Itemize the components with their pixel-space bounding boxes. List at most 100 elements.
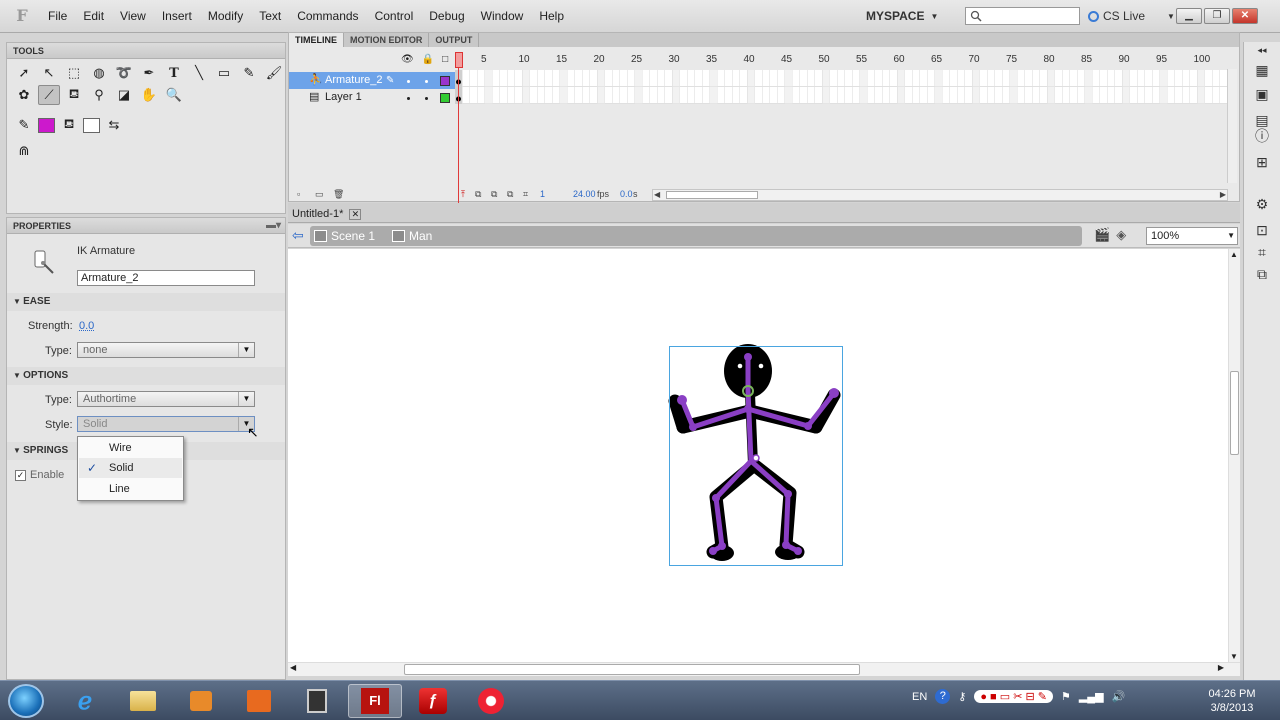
new-folder-icon[interactable]: ▭ — [315, 189, 324, 200]
expand-panels-icon[interactable]: ◂◂ — [1252, 44, 1272, 56]
lock-icon[interactable]: 🔒 — [422, 54, 434, 65]
menu-edit[interactable]: Edit — [75, 0, 112, 33]
deco-tool-icon[interactable]: ✿ — [13, 85, 35, 105]
menu-file[interactable]: File — [40, 0, 75, 33]
ease-type-select[interactable]: none ▼ — [77, 342, 255, 358]
pen-tool-icon[interactable]: ✒ — [138, 63, 160, 83]
ease-section-header[interactable]: ▼ EASE — [7, 293, 285, 311]
code-snippets-icon[interactable]: ⌗ — [1252, 242, 1272, 262]
components-icon[interactable]: ⚙ — [1252, 194, 1272, 214]
instance-name-field[interactable]: Armature_2 — [77, 270, 255, 286]
style-option-solid[interactable]: ✓ Solid — [79, 458, 182, 478]
stage-horizontal-scrollbar[interactable]: ◀ ▶ — [288, 662, 1240, 676]
eraser-tool-icon[interactable]: ◪ — [113, 85, 135, 105]
scrollbar-thumb[interactable] — [404, 664, 860, 675]
breadcrumb-scene[interactable]: Scene 1 — [314, 228, 375, 244]
panel-menu-icon[interactable]: ▬▾ — [266, 218, 281, 234]
stage-vertical-scrollbar[interactable]: ▲ ▼ — [1228, 249, 1240, 662]
3d-rotation-tool-icon[interactable]: ◍ — [88, 63, 110, 83]
office-icon[interactable] — [232, 684, 286, 718]
style-option-line[interactable]: Line — [79, 479, 182, 499]
hand-tool-icon[interactable]: ✋ — [138, 85, 160, 105]
layer-outline-color[interactable] — [440, 93, 450, 103]
lasso-tool-icon[interactable]: ➰ — [113, 63, 135, 83]
visibility-dot[interactable] — [407, 97, 410, 100]
snap-to-objects-icon[interactable]: ⋒ — [13, 141, 35, 161]
scroll-up-icon[interactable]: ▲ — [1230, 250, 1238, 259]
flash-professional-taskbar-button[interactable]: Fl — [348, 684, 402, 718]
history-icon[interactable]: ⧉ — [1252, 264, 1272, 284]
free-transform-tool-icon[interactable]: ⬚ — [63, 63, 85, 83]
flash-player-icon[interactable]: ƒ — [406, 684, 460, 718]
scroll-down-icon[interactable]: ▼ — [1230, 652, 1238, 661]
menu-modify[interactable]: Modify — [200, 0, 251, 33]
file-explorer-icon[interactable] — [116, 684, 170, 718]
menu-window[interactable]: Window — [473, 0, 532, 33]
modify-markers-icon[interactable]: ⌗ — [523, 189, 528, 200]
brush-tool-icon[interactable]: 🖌 — [263, 63, 285, 83]
lock-dot[interactable] — [425, 97, 428, 100]
screen-recorder-icon[interactable] — [464, 684, 518, 718]
taskbar-clock[interactable]: 04:26 PM 3/8/2013 — [1196, 687, 1268, 715]
subselection-tool-icon[interactable]: ↖ — [38, 63, 60, 83]
outline-icon[interactable]: □ — [442, 54, 448, 65]
style-option-wire[interactable]: Wire — [79, 438, 182, 458]
menu-view[interactable]: View — [112, 0, 154, 33]
frames-grid[interactable] — [455, 70, 1229, 104]
internet-explorer-icon[interactable]: ℯ — [58, 684, 112, 718]
new-layer-icon[interactable]: ▫ — [297, 189, 300, 199]
eyedropper-tool-icon[interactable]: ⚲ — [88, 85, 110, 105]
delete-layer-icon[interactable]: 🗑 — [333, 189, 344, 200]
enable-checkbox[interactable]: ✓ — [15, 469, 26, 481]
zoom-select[interactable]: 100% ▼ — [1146, 227, 1238, 245]
zoom-tool-icon[interactable]: 🔍 — [163, 85, 185, 105]
center-frame-icon[interactable]: ⤒ — [461, 189, 465, 200]
bone-tool-icon[interactable]: ⟋ — [38, 85, 60, 105]
properties-panel-header[interactable]: PROPERTIES ▬▾ — [7, 218, 285, 234]
options-section-header[interactable]: ▼ OPTIONS — [7, 367, 285, 385]
frame-ruler[interactable]: 1510152025303540455055606570758085909510… — [455, 52, 1229, 68]
menu-commands[interactable]: Commands — [289, 0, 366, 33]
timeline-horizontal-scrollbar[interactable]: ◀ ▶ — [652, 189, 1228, 201]
volume-icon[interactable]: 🔊 — [1112, 690, 1126, 703]
visibility-dot[interactable] — [407, 80, 410, 83]
playhead[interactable] — [455, 52, 463, 204]
tab-motion-editor[interactable]: MOTION EDITOR — [344, 33, 430, 47]
scroll-right-icon[interactable]: ▶ — [1218, 663, 1224, 672]
playhead-handle[interactable] — [455, 52, 463, 68]
close-button[interactable]: ✕ — [1232, 8, 1258, 24]
onion-skin-icon[interactable]: ⧉ — [475, 189, 481, 200]
minimize-button[interactable]: ▁ — [1176, 8, 1202, 24]
layer-row-armature[interactable]: ⛹ Armature_2 ✎ — [289, 72, 455, 89]
scroll-right-icon[interactable]: ▶ — [1220, 190, 1226, 199]
layer-outline-color[interactable] — [440, 76, 450, 86]
style-select[interactable]: Solid ▼ — [77, 416, 255, 432]
scroll-left-icon[interactable]: ◀ — [654, 190, 660, 199]
motion-presets-icon[interactable]: ⊡ — [1252, 220, 1272, 240]
eye-icon[interactable]: 👁 — [401, 54, 414, 65]
usb-icon[interactable]: ⚷ — [958, 690, 966, 703]
close-tab-icon[interactable]: ✕ — [349, 208, 362, 220]
info-icon[interactable]: ⓘ — [1252, 126, 1272, 146]
document-tab[interactable]: Untitled-1* ✕ — [292, 205, 362, 223]
workspace-switcher[interactable]: MYSPACE ▼ — [866, 7, 938, 25]
calculator-icon[interactable] — [290, 684, 344, 718]
restore-button[interactable]: ❐ — [1204, 8, 1230, 24]
elapsed-time[interactable]: 0.0 — [620, 189, 633, 199]
language-indicator[interactable]: EN — [912, 691, 927, 703]
back-arrow-icon[interactable]: ⇦ — [292, 227, 304, 244]
stroke-color-swatch[interactable] — [38, 117, 55, 133]
swap-colors-icon[interactable]: ⇆ — [103, 115, 125, 135]
pencil-tool-icon[interactable]: ✎ — [238, 63, 260, 83]
tab-output[interactable]: OUTPUT — [429, 33, 480, 47]
menu-help[interactable]: Help — [531, 0, 572, 33]
start-button[interactable] — [8, 684, 44, 718]
layer-row-layer1[interactable]: ▤ Layer 1 — [289, 89, 455, 106]
edit-scene-icon[interactable]: 🎬 — [1094, 227, 1110, 243]
search-input[interactable] — [965, 7, 1080, 25]
network-icon[interactable]: ▂▄▆ — [1079, 690, 1104, 703]
selection-tool-icon[interactable]: ➚ — [13, 63, 35, 83]
edit-multiple-frames-icon[interactable]: ⧉ — [507, 189, 513, 200]
menu-text[interactable]: Text — [251, 0, 289, 33]
line-tool-icon[interactable]: ╲ — [188, 63, 210, 83]
